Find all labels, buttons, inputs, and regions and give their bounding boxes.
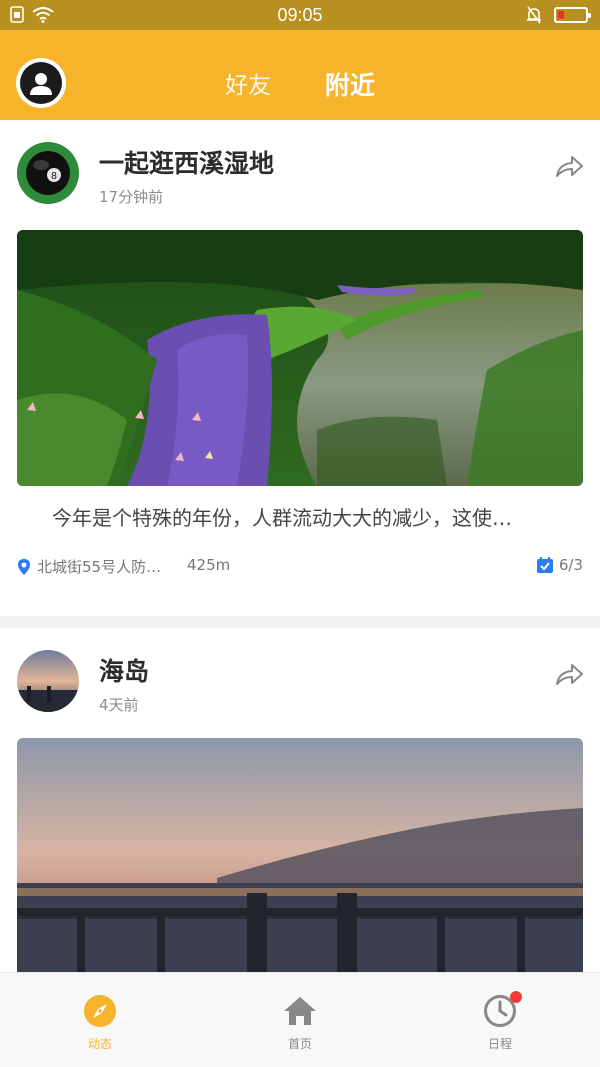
app-header: 好友 附近 [0, 30, 600, 120]
share-icon[interactable] [554, 662, 584, 688]
post-date: 6/3 [536, 556, 583, 574]
date-text: 6/3 [558, 556, 583, 574]
nav-label: 动态 [87, 1037, 112, 1051]
tab-nearby[interactable]: 附近 [325, 66, 375, 102]
bottom-nav: 动态 首页 日程 [0, 972, 600, 1067]
battery-icon [554, 7, 591, 23]
post-author-avatar[interactable]: 8 [17, 142, 79, 204]
post-meta: 北城街55号人防… 425m 6/3 [17, 556, 583, 576]
post-title: 海岛 [99, 657, 150, 686]
calendar-check-icon [536, 557, 553, 573]
post-description: 今年是个特殊的年份，人群流动大大的减少，这使… [52, 506, 512, 530]
nav-item-home[interactable]: 首页 [200, 973, 400, 1067]
post-distance: 425m [187, 556, 231, 574]
status-time: 09:05 [277, 5, 323, 25]
post-card[interactable]: 8 一起逛西溪湿地 17分钟前 今年是个特殊的年份，人群流动大大的减少，这使… … [0, 120, 600, 616]
post-author-avatar[interactable] [17, 650, 79, 712]
home-icon [282, 993, 318, 1029]
status-right-icons [526, 6, 591, 24]
post-time: 4天前 [99, 696, 139, 714]
nav-label: 日程 [487, 1037, 512, 1051]
top-tabs: 好友 附近 [0, 66, 600, 102]
post-location[interactable]: 北城街55号人防… [17, 556, 161, 577]
notification-badge [510, 991, 522, 1003]
clock-icon [482, 991, 522, 1029]
post-time: 17分钟前 [99, 188, 164, 206]
location-text: 北城街55号人防… [37, 558, 162, 576]
post-title: 一起逛西溪湿地 [99, 149, 275, 178]
tab-friends[interactable]: 好友 [225, 66, 271, 102]
location-pin-icon [18, 558, 30, 575]
nav-item-moments[interactable]: 动态 [0, 973, 200, 1067]
svg-text:8: 8 [51, 171, 57, 182]
mute-bell-icon [527, 6, 541, 24]
post-photo-wetland[interactable] [17, 230, 583, 486]
compass-icon [82, 993, 118, 1029]
nav-item-schedule[interactable]: 日程 [400, 973, 600, 1067]
nav-label: 首页 [287, 1037, 312, 1051]
status-bar: 09:05 [0, 0, 600, 30]
post-photo-island[interactable] [17, 738, 583, 988]
share-icon[interactable] [554, 154, 584, 180]
post-feed: 8 一起逛西溪湿地 17分钟前 今年是个特殊的年份，人群流动大大的减少，这使… … [0, 120, 600, 1067]
